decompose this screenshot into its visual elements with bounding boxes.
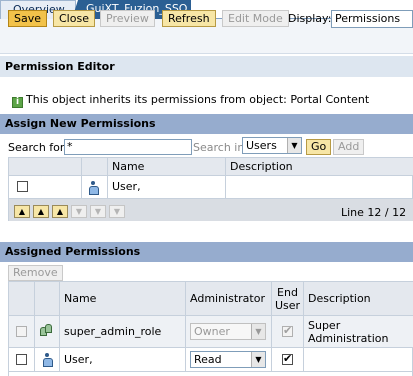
- next-page-icon[interactable]: ▼: [90, 205, 106, 218]
- close-button[interactable]: Close: [53, 10, 95, 27]
- inherit-info: i This object inherits its permissions fr…: [12, 93, 369, 108]
- first-page-icon[interactable]: ▲: [14, 205, 30, 218]
- assigned-permissions-title: Assigned Permissions: [0, 242, 413, 262]
- preview-button[interactable]: Preview: [100, 10, 155, 27]
- table-row-select[interactable]: [9, 176, 82, 199]
- table-row-name: super_admin_role: [60, 316, 186, 348]
- chevron-down-icon: ▼: [251, 324, 265, 339]
- column-header-name: Name: [108, 158, 226, 176]
- column-header-administrator: Administrator: [186, 282, 272, 316]
- user-icon: [43, 353, 53, 367]
- pager-text: Line 12 / 12: [341, 206, 407, 219]
- table-row-description: Super Administration: [304, 316, 413, 348]
- add-button[interactable]: Add: [333, 139, 365, 155]
- column-header-end-user: End User: [272, 282, 304, 316]
- refresh-button[interactable]: Refresh: [162, 10, 216, 27]
- previous-line-icon[interactable]: ▲: [52, 205, 68, 218]
- search-input[interactable]: *: [64, 139, 192, 155]
- column-header-name: Name: [60, 282, 186, 316]
- table-row-description: [304, 348, 413, 372]
- column-header-description: Description: [304, 282, 413, 316]
- info-icon: i: [12, 97, 23, 108]
- table-row-name: User,: [60, 348, 186, 372]
- row-checkbox[interactable]: [16, 354, 27, 365]
- administrator-select[interactable]: Owner ▼: [190, 323, 266, 340]
- chevron-down-icon: ▼: [251, 352, 265, 367]
- row-checkbox[interactable]: [16, 326, 27, 337]
- assign-new-permissions-title: Assign New Permissions: [0, 114, 413, 134]
- last-page-icon[interactable]: ▼: [109, 205, 125, 218]
- chevron-down-icon: ▼: [287, 138, 301, 153]
- table-row-description: [226, 176, 413, 199]
- save-button[interactable]: Save: [8, 10, 48, 27]
- administrator-select[interactable]: Read ▼: [190, 351, 266, 368]
- permission-editor-title: Permission Editor: [0, 56, 413, 77]
- end-user-checkbox[interactable]: [282, 324, 293, 338]
- go-button[interactable]: Go: [306, 139, 332, 155]
- search-in-label: Search in: [193, 141, 245, 154]
- display-select[interactable]: Permissions: [331, 10, 413, 28]
- edit-mode-button[interactable]: Edit Mode: [222, 10, 289, 27]
- row-checkbox[interactable]: [17, 181, 28, 192]
- search-in-select[interactable]: Users ▼: [242, 137, 302, 154]
- search-for-label: Search for: [8, 141, 65, 154]
- remove-button[interactable]: Remove: [8, 265, 63, 281]
- role-icon: [40, 324, 54, 338]
- display-label: Display:: [288, 12, 332, 25]
- inherit-info-text: This object inherits its permissions fro…: [26, 93, 370, 106]
- assigned-permissions-table: Name Administrator End User Description …: [8, 281, 413, 376]
- user-icon: [89, 181, 99, 195]
- column-header-description: Description: [226, 158, 413, 176]
- next-line-icon[interactable]: ▼: [71, 205, 87, 218]
- end-user-checkbox[interactable]: [282, 352, 293, 366]
- previous-page-icon[interactable]: ▲: [33, 205, 49, 218]
- new-permissions-table: Name Description User, ▲ ▲ ▲ ▼ ▼ ▼ Line …: [8, 157, 413, 221]
- table-row-name: User,: [108, 176, 226, 199]
